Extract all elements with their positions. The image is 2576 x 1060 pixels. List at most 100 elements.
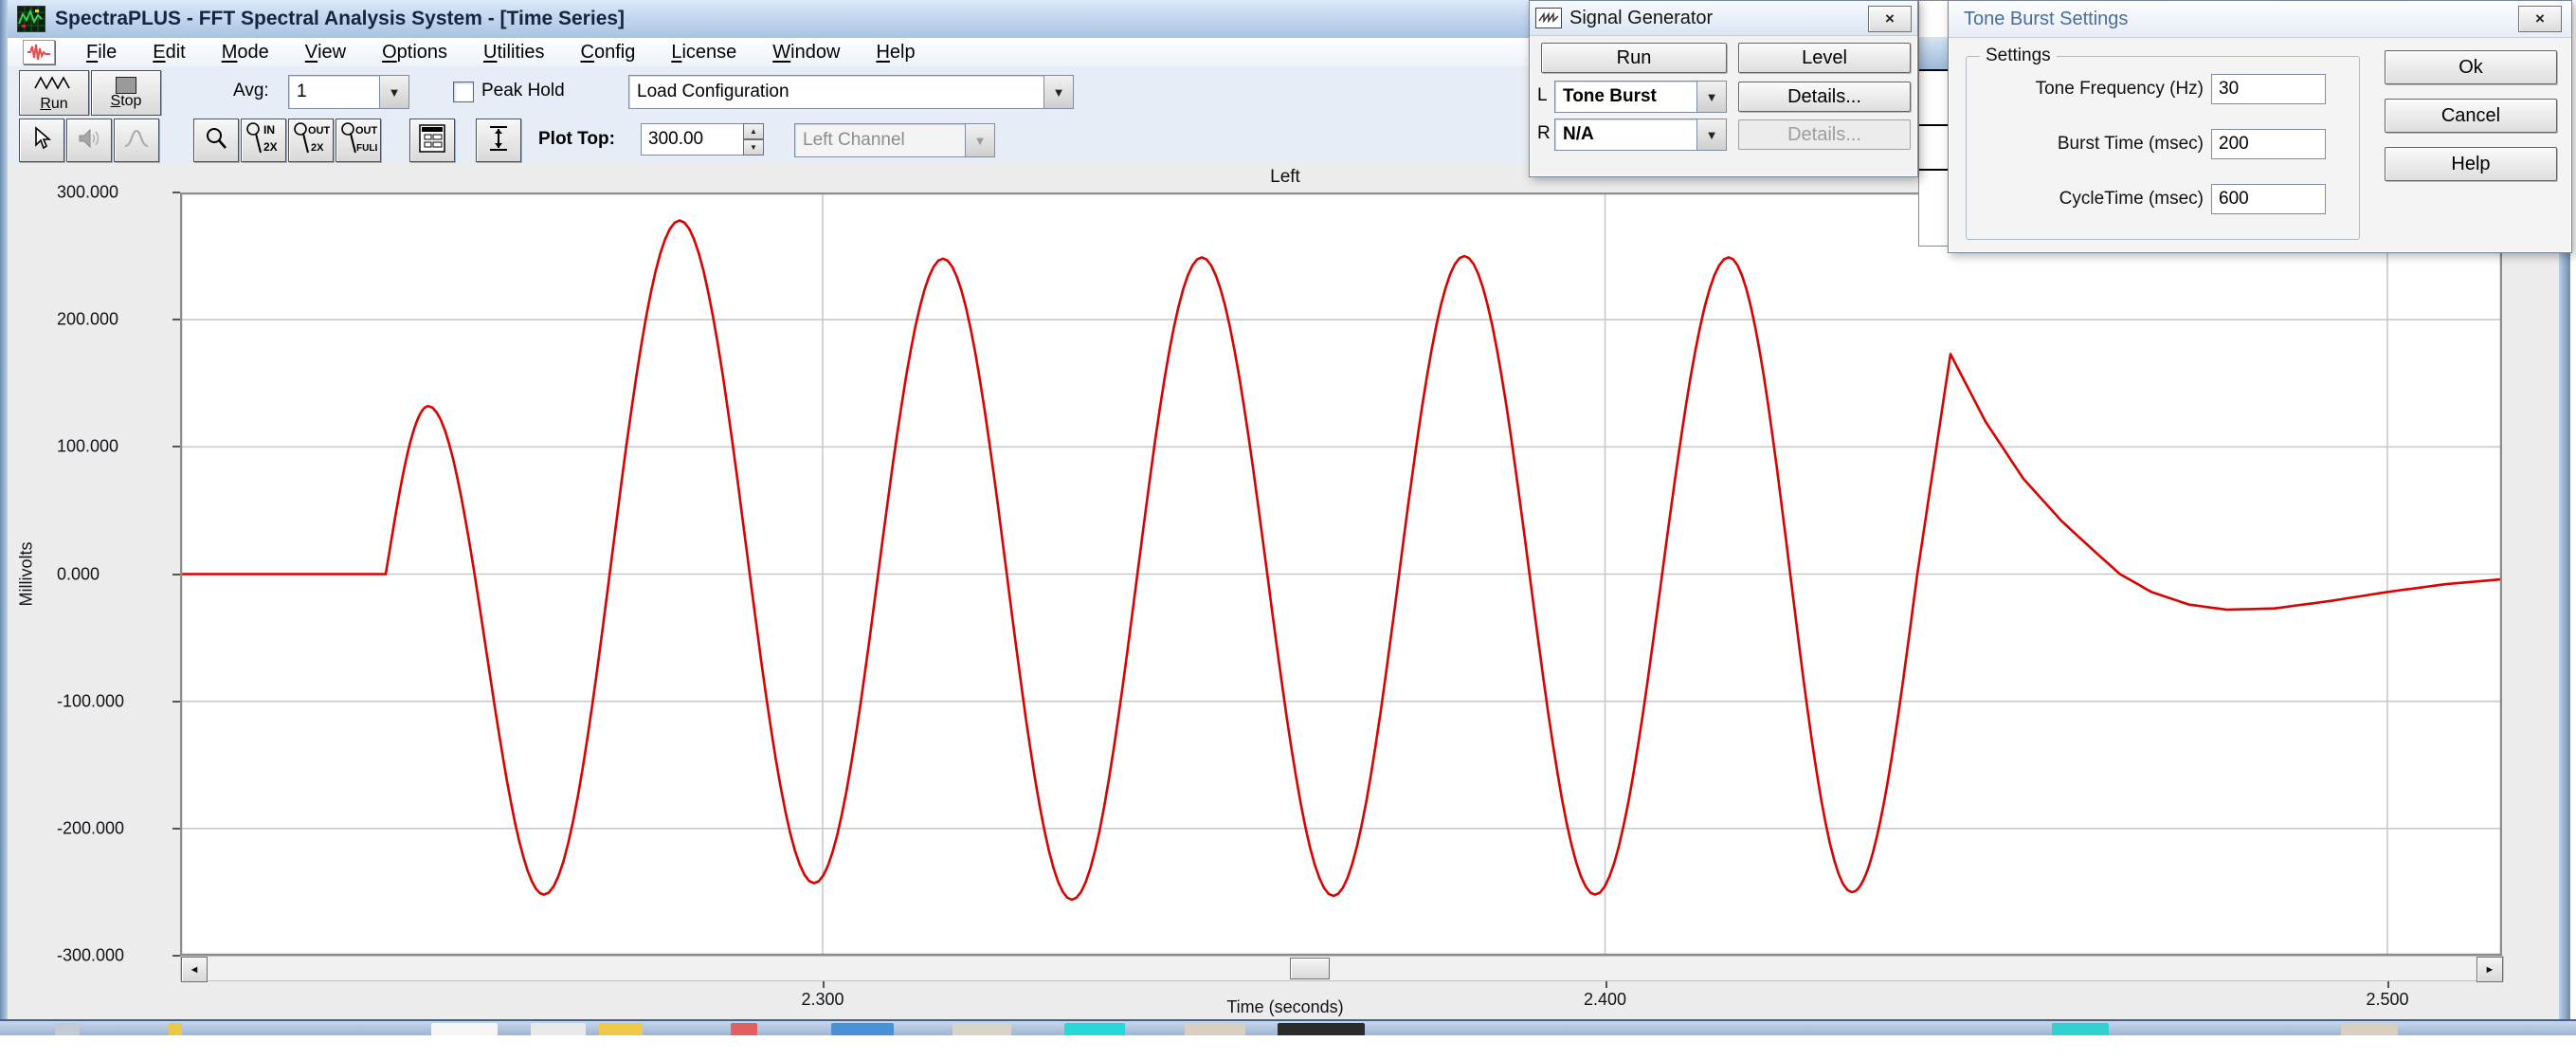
menu-item-window[interactable]: Window xyxy=(754,38,858,66)
stop-button-label: Stop xyxy=(111,94,142,109)
plot-pane-title: Left xyxy=(1270,167,1300,188)
audio-monitor-button[interactable] xyxy=(66,119,112,162)
y-tick-label: 0.000 xyxy=(57,564,171,584)
plot-options-button[interactable] xyxy=(409,119,455,162)
zoom-in-icon: IN 2X xyxy=(245,120,282,161)
signal-generator-dialog: Signal Generator × Run Level L Tone Burs… xyxy=(1529,0,1918,177)
tone-frequency-hz--input[interactable]: 30 xyxy=(2211,74,2326,104)
app-icon xyxy=(17,6,45,32)
cycletime-msec--input[interactable]: 600 xyxy=(2211,184,2326,214)
signal-generator-close-button[interactable]: × xyxy=(1868,6,1912,32)
generator-level-button[interactable]: Level xyxy=(1738,43,1911,73)
plot-top-field[interactable]: 300.00 xyxy=(641,123,750,155)
left-signal-arrow-icon[interactable]: ▼ xyxy=(1696,82,1726,112)
taskbar-app-1[interactable] xyxy=(55,1023,80,1035)
avg-combo[interactable]: 1 ▼ xyxy=(288,75,409,109)
stop-square-icon xyxy=(116,77,136,94)
zoom-full-button[interactable]: OUT FULL xyxy=(336,119,381,162)
menu-item-file[interactable]: File xyxy=(68,38,135,66)
spinner-down-icon[interactable]: ▼ xyxy=(743,139,764,155)
svg-text:IN: IN xyxy=(263,123,275,137)
taskbar-app-3[interactable] xyxy=(431,1023,498,1035)
field-label: Tone Frequency (Hz) xyxy=(1970,79,2204,100)
zoom-in-2x-button[interactable]: IN 2X xyxy=(241,119,286,162)
right-signal-arrow-icon[interactable]: ▼ xyxy=(1696,119,1726,150)
burst-time-msec--input[interactable]: 200 xyxy=(2211,129,2326,159)
run-button[interactable]: Run xyxy=(19,70,89,116)
menu-item-options[interactable]: Options xyxy=(364,38,465,66)
taskbar-app-12[interactable] xyxy=(2052,1023,2109,1035)
time-scrollbar[interactable]: ◄ ► xyxy=(180,956,2504,981)
help-button[interactable]: Help xyxy=(2385,147,2557,181)
menu-item-mode[interactable]: Mode xyxy=(204,38,287,66)
zoom-out-2x-button[interactable]: OUT 2X xyxy=(288,119,334,162)
magnifier-icon xyxy=(204,126,228,155)
taskbar-app-13[interactable] xyxy=(2341,1023,2398,1035)
right-channel-label: R xyxy=(1537,119,1551,149)
menu-item-utilities[interactable]: Utilities xyxy=(465,38,562,66)
taskbar-app-10[interactable] xyxy=(1185,1023,1245,1035)
peak-curve-button[interactable] xyxy=(114,119,159,162)
vertical-scale-button[interactable] xyxy=(476,119,521,162)
screen: SpectraPLUS - FFT Spectral Analysis Syst… xyxy=(0,0,2576,1060)
tone-burst-close-button[interactable]: × xyxy=(2518,6,2562,32)
generator-run-button[interactable]: Run xyxy=(1541,43,1727,73)
menu-item-view[interactable]: View xyxy=(287,38,364,66)
svg-text:FULL: FULL xyxy=(356,143,377,154)
y-tick-label: 100.000 xyxy=(57,437,171,457)
menu-item-help[interactable]: Help xyxy=(858,38,933,66)
right-details-button[interactable]: Details... xyxy=(1738,119,1911,150)
y-tick-label: 300.000 xyxy=(57,183,171,203)
scrollbar-right-arrow-icon[interactable]: ► xyxy=(2476,957,2503,982)
signal-generator-titlebar[interactable]: Signal Generator × xyxy=(1530,1,1917,36)
svg-text:2X: 2X xyxy=(263,140,278,154)
right-signal-value: N/A xyxy=(1555,124,1696,145)
background-window-scrollbar xyxy=(1918,0,1949,247)
channel-combo[interactable]: Left Channel ▼ xyxy=(794,123,995,157)
taskbar-app-6[interactable] xyxy=(731,1023,757,1035)
taskbar-app-4[interactable] xyxy=(531,1023,586,1035)
y-tick-label: -100.000 xyxy=(57,691,171,711)
tone-burst-title: Tone Burst Settings xyxy=(1964,9,2128,30)
field-label: CycleTime (msec) xyxy=(1970,189,2204,210)
left-details-button[interactable]: Details... xyxy=(1738,82,1911,112)
taskbar-app-9[interactable] xyxy=(1064,1023,1125,1035)
scrollbar-left-arrow-icon[interactable]: ◄ xyxy=(181,957,208,982)
taskbar-app-5[interactable] xyxy=(599,1023,643,1035)
scrollbar-thumb[interactable] xyxy=(1290,958,1330,979)
load-configuration-combo[interactable]: Load Configuration ▼ xyxy=(628,75,1074,109)
avg-combo-arrow-icon[interactable]: ▼ xyxy=(379,76,408,108)
peak-curve-icon xyxy=(123,127,150,155)
taskbar-app-7[interactable] xyxy=(831,1023,894,1035)
x-axis-title: Time (seconds) xyxy=(1226,997,1343,1017)
menu-item-edit[interactable]: Edit xyxy=(135,38,203,66)
cursor-tool-button[interactable] xyxy=(19,119,64,162)
x-tick-label: 2.300 xyxy=(801,990,844,1010)
document-waveform-icon[interactable] xyxy=(23,40,55,64)
zoom-tool-button[interactable] xyxy=(193,119,239,162)
settings-group-label: Settings xyxy=(1980,46,2057,66)
avg-label: Avg: xyxy=(233,66,269,116)
plot-top-spinner[interactable]: ▲ ▼ xyxy=(743,123,764,155)
left-signal-combo[interactable]: Tone Burst ▼ xyxy=(1554,81,1727,113)
menu-item-license[interactable]: License xyxy=(653,38,754,66)
load-configuration-arrow-icon[interactable]: ▼ xyxy=(1043,76,1073,108)
cancel-button[interactable]: Cancel xyxy=(2385,99,2557,133)
taskbar-app-2[interactable] xyxy=(169,1023,182,1035)
spinner-up-icon[interactable]: ▲ xyxy=(743,123,764,139)
taskbar-app-8[interactable] xyxy=(952,1023,1011,1035)
stop-button[interactable]: Stop xyxy=(91,70,161,116)
right-signal-combo[interactable]: N/A ▼ xyxy=(1554,119,1727,151)
waveform-plot xyxy=(180,192,2502,956)
ok-button[interactable]: Ok xyxy=(2385,50,2557,84)
menu-item-config[interactable]: Config xyxy=(563,38,654,66)
settings-field-row: CycleTime (msec) 600 xyxy=(1970,184,2326,214)
tone-burst-titlebar[interactable]: Tone Burst Settings × xyxy=(1949,1,2571,38)
peak-hold-checkbox[interactable] xyxy=(453,82,474,102)
y-tick-label: 200.000 xyxy=(57,310,171,330)
taskbar-app-11[interactable] xyxy=(1278,1023,1365,1035)
sine-wave-icon xyxy=(33,75,75,97)
settings-field-row: Burst Time (msec)200 xyxy=(1970,129,2326,159)
y-axis-title: Millivolts xyxy=(17,527,37,622)
taskbar[interactable] xyxy=(0,1019,2576,1035)
